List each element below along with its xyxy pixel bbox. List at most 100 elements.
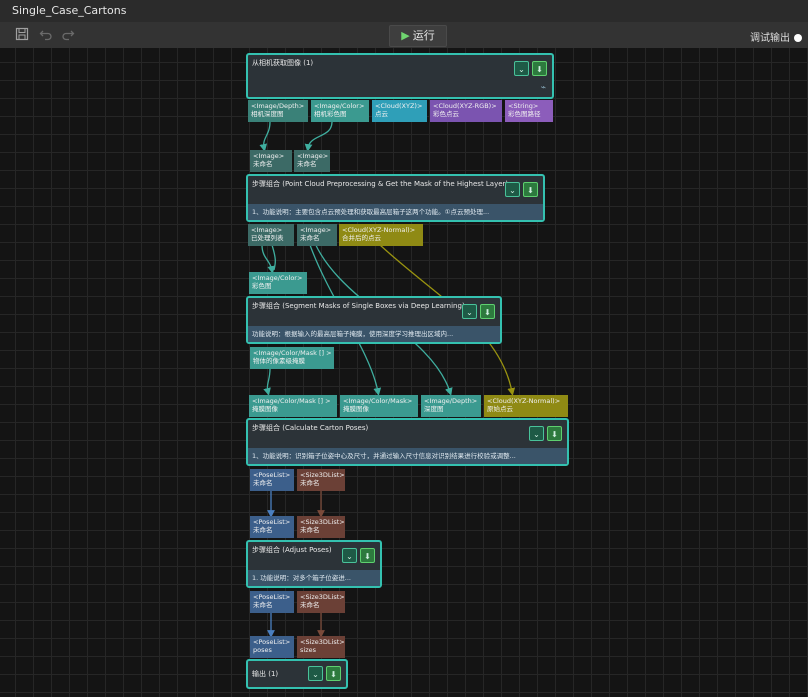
port-type: <Image>: [253, 152, 285, 160]
run-step-icon[interactable]: ⬇: [547, 426, 562, 441]
port-out-poses[interactable]: <PoseList> poses: [250, 636, 294, 658]
port-type: <Image/Depth>: [251, 102, 305, 110]
expand-icon[interactable]: ⌄: [529, 426, 544, 441]
port-s1-in-image-2[interactable]: <Image> 未命名: [294, 150, 330, 172]
port-type: <Image/Depth>: [424, 397, 478, 405]
title-bar: Single_Case_Cartons: [0, 0, 808, 23]
port-s1-out-image[interactable]: <Image> 未命名: [297, 224, 337, 246]
debug-output-toggle[interactable]: 调试输出: [750, 29, 802, 44]
port-s3-in-mask-list[interactable]: <Image/Color/Mask [] > 掩膜图像: [249, 395, 337, 417]
node-title: 步骤组合 (Segment Masks of Single Boxes via …: [252, 302, 465, 310]
visibility-off-icon[interactable]: ⌁: [541, 83, 546, 93]
node-title: 步骤组合 (Calculate Carton Poses): [252, 424, 369, 432]
run-button[interactable]: ▶ 运行: [389, 25, 447, 47]
port-name: 未命名: [253, 160, 273, 168]
port-s4-in-sizes[interactable]: <Size3DList> 未命名: [297, 516, 345, 538]
port-name: 深度图: [424, 405, 444, 413]
expand-icon[interactable]: ⌄: [505, 182, 520, 197]
node-description: 功能说明：根据输入的最高层箱子掩膜，使用深度学习推理出区域内...: [248, 326, 500, 342]
port-s2-out-mask[interactable]: <Image/Color/Mask [] > 物体的像素级掩膜: [250, 347, 334, 369]
port-type: <Size3DList>: [300, 518, 345, 526]
port-s1-in-image[interactable]: <Image> 未命名: [250, 150, 292, 172]
port-type: <Image>: [300, 226, 332, 234]
debug-toggle-dot-icon[interactable]: [794, 34, 802, 42]
capture-images-node[interactable]: 从相机获取图像 (1) ⌄ ⬇ ⌁: [246, 53, 554, 99]
port-s3-in-cloud[interactable]: <Cloud(XYZ-Normal)> 原始点云: [484, 395, 568, 417]
port-type: <Image/Color>: [252, 274, 303, 282]
port-name: 相机深度图: [251, 110, 284, 118]
port-type: <Image>: [251, 226, 283, 234]
port-out-sizes[interactable]: <Size3DList> sizes: [297, 636, 345, 658]
port-type: <Size3DList>: [300, 471, 345, 479]
port-type: <Size3DList>: [300, 593, 345, 601]
port-type: <PoseList>: [253, 471, 291, 479]
run-step-icon[interactable]: ⬇: [480, 304, 495, 319]
node-description: 1、功能说明：主要包含点云预处理和获取最高层箱子这两个功能。①点云预处理...: [248, 204, 543, 220]
port-s1-out-cloud[interactable]: <Cloud(XYZ-Normal)> 合并后的点云: [339, 224, 423, 246]
run-button-label: 运行: [412, 29, 435, 42]
port-s3-in-depth[interactable]: <Image/Depth> 深度图: [421, 395, 481, 417]
port-type: <Size3DList>: [300, 638, 345, 646]
port-type: <PoseList>: [253, 518, 291, 526]
output-node[interactable]: 输出 (1) ⌄ ⬇: [246, 659, 348, 689]
undo-icon[interactable]: [38, 27, 54, 43]
port-color-cloud[interactable]: <Cloud(XYZ-RGB)> 彩色点云: [430, 100, 502, 122]
run-step-icon[interactable]: ⬇: [532, 61, 547, 76]
port-s2-in-color[interactable]: <Image/Color> 彩色图: [249, 272, 307, 294]
step-segment-node[interactable]: 步骤组合 (Segment Masks of Single Boxes via …: [246, 296, 502, 344]
port-name: 彩色图: [252, 282, 272, 290]
port-s1-out-processed[interactable]: <Image> 已处理列表: [248, 224, 294, 246]
port-s3-out-poses[interactable]: <PoseList> 未命名: [250, 469, 294, 491]
port-name: 相机彩色图: [314, 110, 347, 118]
port-name: 掩膜图像: [252, 405, 278, 413]
port-name: sizes: [300, 646, 316, 654]
port-type: <Cloud(XYZ-Normal)>: [487, 397, 561, 405]
run-step-icon[interactable]: ⬇: [326, 666, 341, 681]
expand-icon[interactable]: ⌄: [342, 548, 357, 563]
port-s3-out-sizes[interactable]: <Size3DList> 未命名: [297, 469, 345, 491]
port-type: <Cloud(XYZ-RGB)>: [433, 102, 497, 110]
port-type: <Image>: [297, 152, 329, 160]
port-s4-out-poses[interactable]: <PoseList> 未命名: [250, 591, 294, 613]
step-adjust-poses-node[interactable]: 步骤组合 (Adjust Poses) ⌄ ⬇ 1. 功能说明：对多个箱子位姿进.…: [246, 540, 382, 588]
node-description: 1. 功能说明：对多个箱子位姿进...: [248, 570, 380, 586]
graph-canvas[interactable]: [0, 48, 808, 697]
port-type: <PoseList>: [253, 593, 291, 601]
node-title: 步骤组合 (Point Cloud Preprocessing & Get th…: [252, 180, 509, 188]
port-name: 合并后的点云: [342, 234, 381, 242]
redo-icon[interactable]: [60, 27, 76, 43]
port-type: <Cloud(XYZ-Normal)>: [342, 226, 416, 234]
port-camera-depth[interactable]: <Image/Depth> 相机深度图: [248, 100, 308, 122]
run-step-icon[interactable]: ⬇: [523, 182, 538, 197]
step-carton-poses-node[interactable]: 步骤组合 (Calculate Carton Poses) ⌄ ⬇ 1、功能说明：…: [246, 418, 569, 466]
port-camera-color[interactable]: <Image/Color> 相机彩色图: [311, 100, 369, 122]
port-type: <Image/Color/Mask [] >: [252, 397, 331, 405]
port-name: 未命名: [253, 526, 273, 534]
port-name: 物体的像素级掩膜: [253, 357, 305, 365]
port-name: 彩色点云: [433, 110, 459, 118]
expand-icon[interactable]: ⌄: [308, 666, 323, 681]
expand-icon[interactable]: ⌄: [462, 304, 477, 319]
port-name: 原始点云: [487, 405, 513, 413]
port-s3-in-mask[interactable]: <Image/Color/Mask> 掩膜图像: [340, 395, 418, 417]
port-s4-out-sizes[interactable]: <Size3DList> 未命名: [297, 591, 345, 613]
port-type: <Cloud(XYZ)>: [375, 102, 423, 110]
save-icon[interactable]: [14, 27, 30, 43]
port-name: 未命名: [300, 601, 320, 609]
port-point-cloud[interactable]: <Cloud(XYZ)> 点云: [372, 100, 427, 122]
port-s4-in-poses[interactable]: <PoseList> 未命名: [250, 516, 294, 538]
node-title: 步骤组合 (Adjust Poses): [252, 546, 332, 554]
port-name: 未命名: [300, 234, 320, 242]
port-type: <PoseList>: [253, 638, 291, 646]
port-name: 未命名: [300, 479, 320, 487]
step-preprocess-node[interactable]: 步骤组合 (Point Cloud Preprocessing & Get th…: [246, 174, 545, 222]
port-name: 彩色图路径: [508, 110, 541, 118]
run-step-icon[interactable]: ⬇: [360, 548, 375, 563]
node-title: 从相机获取图像 (1): [252, 59, 314, 67]
port-name: 已处理列表: [251, 234, 284, 242]
port-name: poses: [253, 646, 272, 654]
node-description: 1、功能说明：识别箱子位姿中心及尺寸，并通过输入尺寸信息对识别结果进行校验或调整…: [248, 448, 567, 464]
port-name: 点云: [375, 110, 388, 118]
expand-icon[interactable]: ⌄: [514, 61, 529, 76]
port-color-path[interactable]: <String> 彩色图路径: [505, 100, 553, 122]
